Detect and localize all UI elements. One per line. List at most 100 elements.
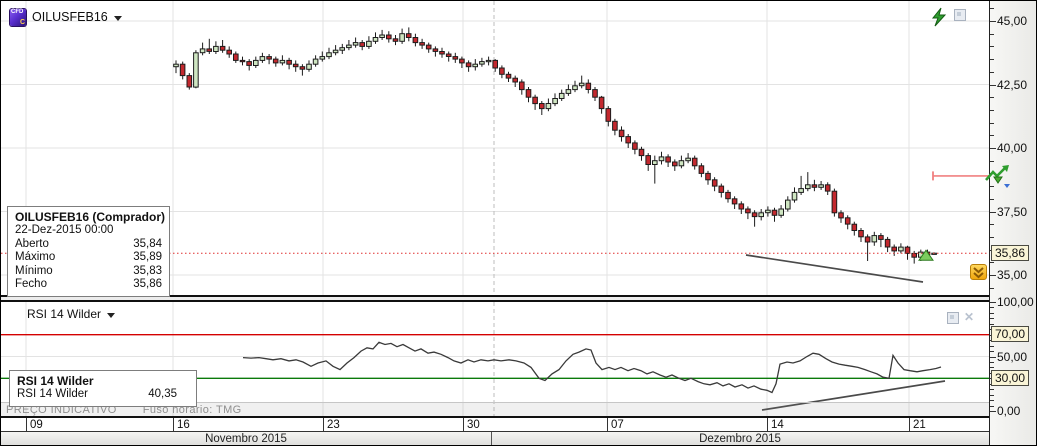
candle	[545, 103, 552, 110]
candle	[525, 89, 532, 98]
price-axis-label: 35,00	[997, 268, 1028, 282]
time-tick-separator	[323, 418, 324, 431]
candle	[805, 184, 811, 190]
candle	[505, 73, 512, 79]
time-axis[interactable]: 09 16 23 30 07 14 21	[1, 416, 989, 431]
trading-platform-window: CFD C OILUSFEB16 RSI 14 Wilder ✕ OILUSFEB…	[0, 0, 1037, 446]
axis-tick-mark	[990, 400, 994, 402]
instrument-selector[interactable]: CFD C OILUSFEB16	[10, 7, 122, 27]
candle	[193, 52, 199, 88]
axis-tick-mark	[990, 411, 996, 412]
candle	[698, 165, 705, 174]
candle	[465, 62, 472, 68]
candle	[691, 157, 698, 167]
candle	[625, 136, 632, 144]
month-axis[interactable]: Novembro 2015 Dezembro 2015	[1, 431, 989, 445]
candle	[824, 184, 831, 192]
axis-tick-mark	[990, 198, 994, 200]
axis-tick-mark	[990, 287, 994, 289]
candle	[572, 85, 578, 91]
candle	[233, 53, 239, 61]
axis-tick-mark	[990, 224, 994, 226]
candle	[605, 108, 612, 122]
candle	[811, 184, 818, 188]
rsi-axis-label: 50,00	[997, 349, 1028, 364]
candle	[266, 56, 272, 60]
axis-tick-mark	[990, 361, 994, 363]
time-tick-separator	[173, 418, 174, 431]
rsi-tooltip-title: RSI 14 Wilder	[17, 374, 94, 388]
candle	[672, 161, 678, 167]
time-tick-label: 14	[771, 419, 784, 431]
candle	[731, 198, 738, 205]
candle	[332, 49, 339, 54]
candle	[532, 96, 538, 105]
scroll-to-latest-icon[interactable]	[970, 264, 987, 280]
ohlc-value: 35,84	[133, 237, 162, 250]
candle	[785, 199, 791, 210]
candle	[871, 235, 878, 243]
axis-tick-mark	[990, 135, 994, 137]
rsi-tooltip-row: RSI 14 Wilder 40,35	[17, 388, 189, 402]
ohlc-value: 35,83	[133, 264, 162, 277]
month-separator	[491, 432, 492, 445]
ohlc-label: Máximo	[15, 251, 56, 263]
restore-window-icon[interactable]	[954, 9, 966, 21]
axis-tick-mark	[990, 46, 994, 48]
axis-tick-mark	[990, 160, 994, 162]
candle	[718, 185, 725, 193]
candle	[891, 246, 898, 252]
candle	[791, 191, 798, 201]
candle	[239, 59, 246, 63]
rsi-axis-label: 0,00	[997, 404, 1021, 418]
candle	[751, 212, 758, 218]
candle	[778, 208, 785, 216]
candle	[558, 92, 565, 100]
quick-trade-lightning-icon[interactable]	[929, 7, 949, 27]
candle	[844, 217, 851, 225]
rsi-level-label: 30,00	[991, 369, 1030, 386]
candle	[219, 45, 226, 51]
time-tick-label: 16	[177, 419, 190, 431]
candle	[366, 40, 372, 47]
time-tick-separator	[26, 418, 27, 431]
candle	[292, 63, 299, 68]
candle	[432, 48, 439, 52]
tooltip-title: OILUSFEB16 (Comprador)	[15, 210, 166, 224]
rsi-indicator-selector[interactable]: RSI 14 Wilder	[27, 307, 116, 321]
candle	[738, 203, 745, 210]
ohlc-value: 35,86	[133, 278, 162, 290]
candle	[638, 148, 645, 157]
tooltip-datetime: 22-Dez-2015 00:00	[15, 224, 114, 236]
axis-tick-mark	[990, 122, 994, 124]
month-label: Dezembro 2015	[699, 433, 781, 445]
axis-tick-mark	[990, 345, 994, 347]
candle	[705, 172, 711, 181]
rsi-close-icon[interactable]: ✕	[964, 311, 974, 323]
price-axis-label: 45,00	[997, 14, 1028, 28]
candle	[578, 82, 585, 87]
axis-tick-mark	[990, 148, 996, 149]
candle	[173, 63, 179, 68]
candle	[485, 59, 492, 63]
candle	[831, 190, 838, 214]
axis-tick-mark	[990, 97, 994, 99]
candle	[412, 37, 419, 44]
trade-performance-icon[interactable]	[985, 164, 1012, 189]
time-tick-separator	[767, 418, 768, 431]
candle	[878, 235, 884, 240]
candle	[612, 120, 618, 131]
axis-tick-mark	[990, 394, 994, 396]
price-axis[interactable]: 45,00 42,50 40,00 37,50 35,00 35,86 100,00 70,0…	[989, 1, 1036, 445]
cfd-instrument-icon: CFD C	[10, 8, 26, 26]
ohlc-label: Fecho	[15, 278, 47, 290]
axis-tick-mark	[990, 367, 994, 369]
rsi-header-label: RSI 14 Wilder	[27, 307, 102, 321]
candle	[272, 58, 279, 64]
rsi-restore-icon[interactable]	[947, 312, 959, 324]
axis-tick-mark	[990, 405, 994, 407]
candle	[299, 66, 306, 70]
candle	[392, 38, 399, 42]
candle	[519, 81, 525, 91]
candle	[259, 56, 266, 61]
